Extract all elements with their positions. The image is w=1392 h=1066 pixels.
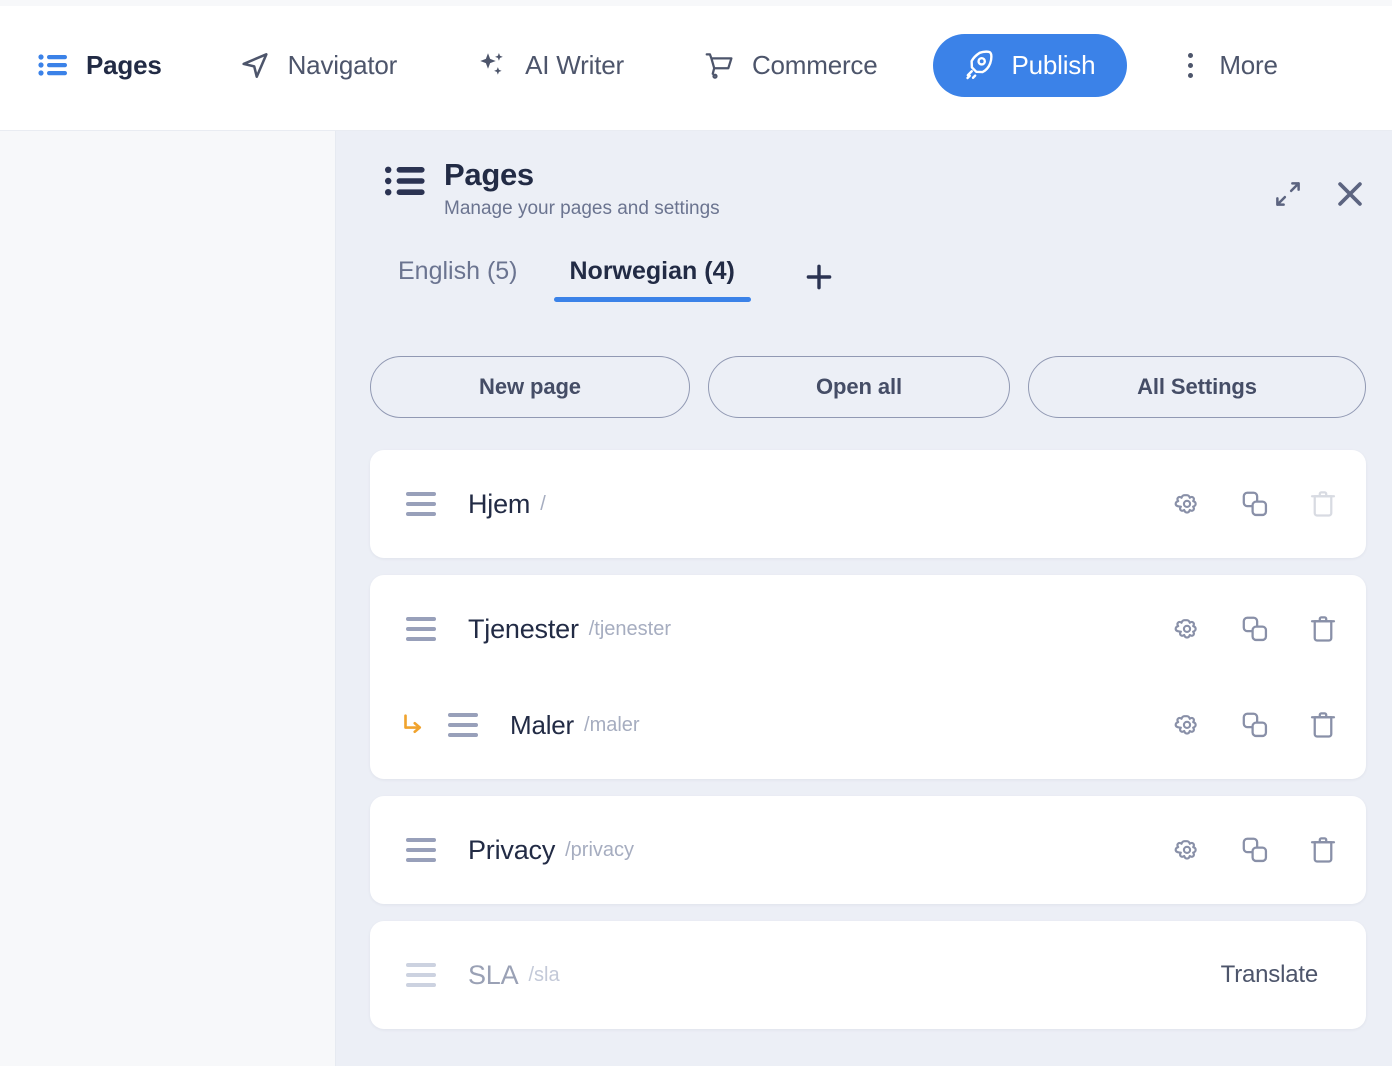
publish-button-label: Publish (1011, 49, 1096, 80)
tab-norwegian[interactable]: Norwegian (4) (544, 251, 761, 302)
page-name: Tjenester (468, 613, 579, 644)
toolbar-item-commerce[interactable]: Commerce (694, 34, 886, 96)
page-slug: /privacy (565, 838, 635, 861)
publish-button[interactable]: Publish (933, 33, 1128, 97)
delete-icon (1306, 487, 1340, 521)
page-row[interactable]: Privacy/privacy (370, 802, 1366, 898)
navigate-icon (238, 48, 272, 82)
row-actions (1170, 487, 1340, 521)
drag-handle-icon[interactable] (448, 713, 478, 737)
page-row[interactable]: Hjem / (370, 456, 1366, 552)
row-actions (1170, 612, 1340, 646)
toolbar-label-ai-writer: AI Writer (525, 49, 624, 80)
panel-subtitle: Manage your pages and settings (444, 197, 720, 219)
pages-panel: Pages Manage your pages and settings Eng… (336, 131, 1392, 1066)
page-name: Privacy (468, 834, 556, 865)
settings-icon[interactable] (1170, 487, 1204, 521)
duplicate-icon[interactable] (1238, 833, 1272, 867)
rocket-icon (961, 48, 995, 82)
tab-norwegian-label: Norwegian (4) (569, 257, 735, 285)
toolbar-item-navigator[interactable]: Navigator (230, 34, 405, 96)
settings-icon[interactable] (1170, 833, 1204, 867)
sparkles-icon (475, 48, 509, 82)
delete-icon[interactable] (1306, 612, 1340, 646)
new-page-button[interactable]: New page (370, 356, 690, 418)
open-all-button[interactable]: Open all (708, 356, 1010, 418)
page-card: Tjenester/tjenester Maler/maler (370, 575, 1366, 779)
tab-english[interactable]: English (5) (372, 251, 544, 302)
cart-icon (702, 48, 736, 82)
pages-list: Hjem / Tjenester/tjenester Maler/maler Priva… (370, 450, 1366, 1046)
drag-handle-icon[interactable] (406, 617, 436, 641)
expand-icon[interactable] (1268, 174, 1308, 214)
kebab-menu-icon (1173, 48, 1207, 82)
page-title: Pages (444, 157, 534, 192)
toolbar-item-ai-writer[interactable]: AI Writer (467, 34, 632, 96)
page-card: Privacy/privacy (370, 796, 1366, 904)
drag-handle-icon[interactable] (406, 963, 436, 987)
delete-icon[interactable] (1306, 833, 1340, 867)
page-row[interactable]: SLA/sla Translate (370, 927, 1366, 1023)
duplicate-icon[interactable] (1238, 612, 1272, 646)
page-card: SLA/sla Translate (370, 921, 1366, 1029)
settings-icon[interactable] (1170, 612, 1204, 646)
page-row[interactable]: Maler/maler (370, 677, 1366, 773)
row-actions (1170, 833, 1340, 867)
subpage-arrow-icon (396, 709, 432, 741)
page-slug: /tjenester (588, 617, 672, 640)
toolbar-item-pages[interactable]: Pages (28, 34, 170, 96)
editor-canvas (0, 131, 336, 1066)
delete-icon[interactable] (1306, 708, 1340, 742)
duplicate-icon[interactable] (1238, 487, 1272, 521)
top-toolbar: Pages Navigator AI Writer Commerce Publi… (0, 0, 1392, 131)
list-icon (36, 48, 70, 82)
settings-icon[interactable] (1170, 708, 1204, 742)
drag-handle-icon[interactable] (406, 838, 436, 862)
page-slug: /maler (584, 713, 640, 736)
panel-action-buttons: New page Open all All Settings (370, 356, 1366, 418)
translate-link[interactable]: Translate (1221, 961, 1340, 989)
page-name: SLA (468, 959, 519, 990)
panel-header: Pages Manage your pages and settings (384, 157, 720, 220)
row-actions (1170, 708, 1340, 742)
page-slug: / (540, 492, 546, 515)
toolbar-item-more[interactable]: More (1165, 34, 1285, 96)
close-icon[interactable] (1330, 174, 1370, 214)
page-card: Hjem / (370, 450, 1366, 558)
page-slug: /sla (528, 963, 560, 986)
page-name: Hjem (468, 488, 531, 519)
plus-icon[interactable] (793, 254, 845, 300)
all-settings-button[interactable]: All Settings (1028, 356, 1366, 418)
toolbar-label-commerce: Commerce (751, 49, 878, 80)
toolbar-label-more: More (1219, 49, 1278, 80)
tab-english-label: English (5) (398, 257, 518, 285)
drag-handle-icon[interactable] (406, 492, 436, 516)
panel-header-actions (1268, 174, 1370, 214)
page-row[interactable]: Tjenester/tjenester (370, 581, 1366, 677)
duplicate-icon[interactable] (1238, 708, 1272, 742)
toolbar-label-navigator: Navigator (287, 49, 398, 80)
language-tabs: English (5) Norwegian (4) (372, 251, 845, 302)
toolbar-label-pages: Pages (86, 49, 162, 80)
page-name: Maler (510, 709, 575, 740)
list-icon (384, 164, 426, 203)
